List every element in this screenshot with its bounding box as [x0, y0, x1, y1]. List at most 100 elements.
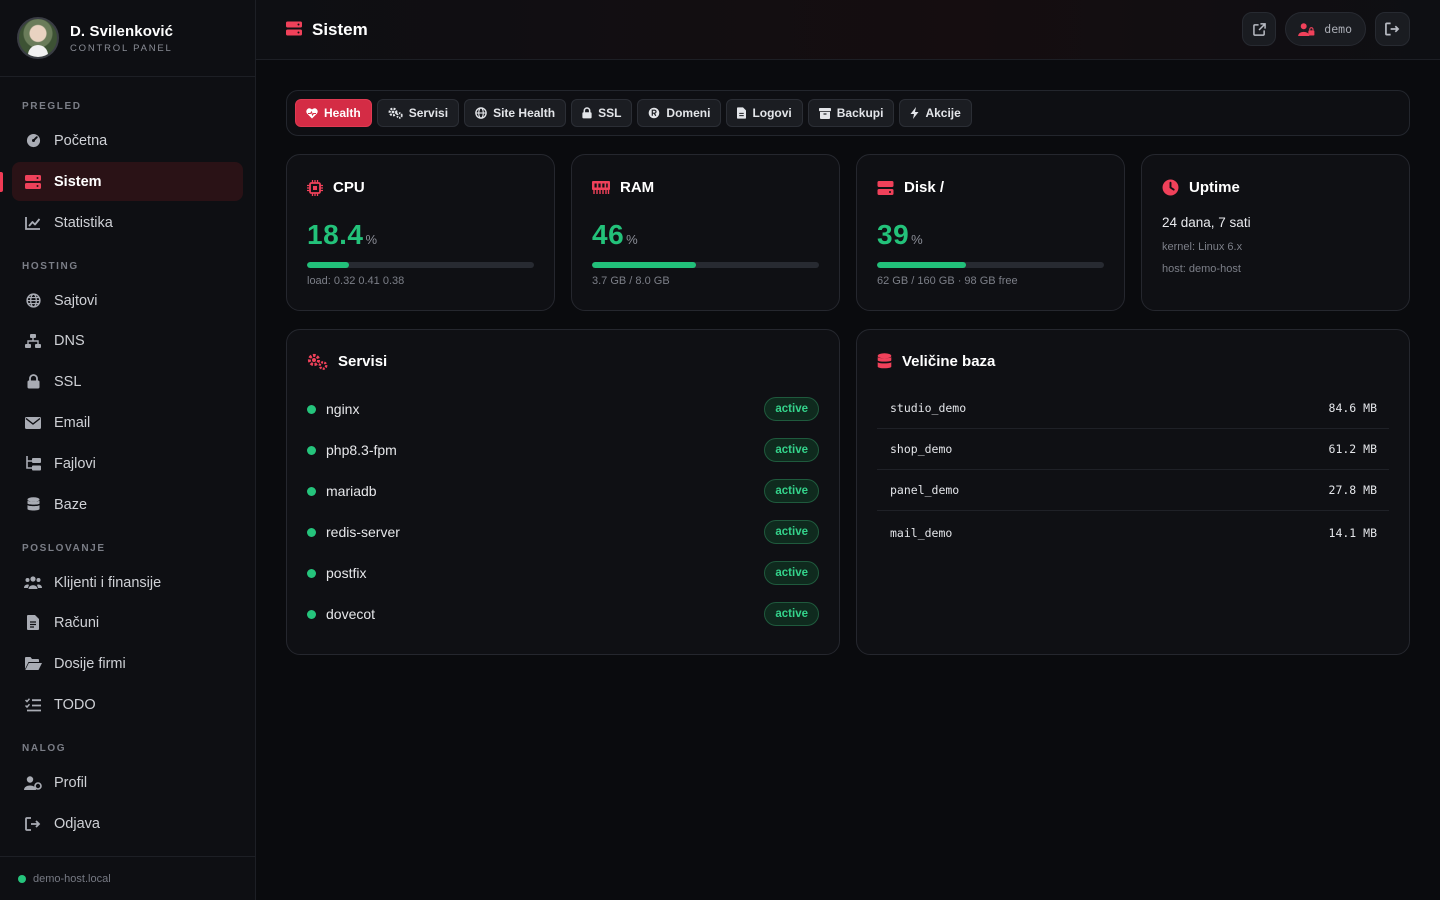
logout-icon [1385, 22, 1400, 36]
tab-akcije[interactable]: Akcije [899, 99, 972, 127]
disk-progress [877, 262, 1104, 268]
sidebar-item-label: TODO [54, 696, 96, 713]
lock-icon [582, 107, 592, 119]
sidebar-item-sajtovi[interactable]: Sajtovi [12, 281, 243, 320]
table-row: shop_demo 61.2 MB [877, 429, 1389, 470]
tab-label: Domeni [666, 106, 711, 120]
table-row: studio_demo 84.6 MB [877, 388, 1389, 429]
user-menu-button[interactable]: demo [1285, 12, 1366, 46]
gears-icon [388, 107, 403, 119]
tab-label: Site Health [493, 106, 556, 120]
tab-ssl[interactable]: SSL [571, 99, 633, 127]
list-item: dovecot active [307, 600, 819, 628]
sidebar-item-pocetna[interactable]: Početna [12, 121, 243, 160]
sidebar-item-fajlovi[interactable]: Fajlovi [12, 444, 243, 483]
database-name: shop_demo [890, 442, 953, 456]
status-badge: active [764, 397, 819, 421]
sidebar-item-label: SSL [54, 373, 82, 390]
cpu-card: CPU 18.4% load: 0.32 0.41 0.38 [286, 154, 555, 311]
card-header: Uptime [1162, 179, 1240, 196]
database-name: studio_demo [890, 401, 967, 415]
card-title: Disk / [904, 179, 945, 196]
sidebar-item-baze[interactable]: Baze [12, 485, 243, 524]
top-bar: Sistem demo [256, 0, 1440, 60]
sidebar-item-label: Klijenti i finansije [54, 574, 162, 591]
database-icon [877, 353, 892, 369]
brand-name: D. Svilenković [70, 22, 174, 40]
database-sizes-card: Veličine baza studio_demo 84.6 MB shop_d… [856, 329, 1410, 655]
sidebar-item-ssl[interactable]: SSL [12, 362, 243, 401]
card-header: Servisi [307, 353, 387, 370]
sidebar-item-label: Početna [54, 132, 108, 149]
dashboard-gauge-icon [24, 132, 42, 150]
uptime-value: 24 dana, 7 sati [1162, 215, 1251, 230]
file-icon [737, 107, 747, 119]
sidebar-item-racuni[interactable]: Računi [12, 603, 243, 642]
sidebar-item-profil[interactable]: Profil [12, 763, 243, 802]
tab-domeni[interactable]: Domeni [637, 99, 722, 127]
sidebar-item-email[interactable]: Email [12, 403, 243, 442]
sidebar-item-sistem[interactable]: Sistem [12, 162, 243, 201]
database-size: 84.6 MB [1328, 401, 1377, 415]
card-header: RAM [592, 179, 654, 196]
service-name: php8.3-fpm [326, 442, 397, 458]
brand-subtitle: CONTROL PANEL [70, 42, 173, 54]
database-name: panel_demo [890, 483, 960, 497]
list-item: postfix active [307, 559, 819, 587]
status-badge: active [764, 479, 819, 503]
tab-label: Health [324, 106, 361, 120]
line-chart-icon [24, 214, 42, 232]
nav-section-poslovanje: POSLOVANJE [22, 543, 106, 554]
sidebar-item-klijenti[interactable]: Klijenti i finansije [12, 563, 243, 602]
tab-health[interactable]: Health [295, 99, 372, 127]
service-status-dot [307, 568, 316, 578]
ram-usage: 3.7 GB / 8.0 GB [592, 275, 670, 287]
users-icon [24, 574, 42, 592]
card-title: CPU [333, 179, 365, 196]
tab-logovi[interactable]: Logovi [726, 99, 803, 127]
sidebar-item-label: Računi [54, 614, 100, 631]
sidebar-item-dosije[interactable]: Dosije firmi [12, 644, 243, 683]
database-size: 27.8 MB [1328, 483, 1377, 497]
user-lock-icon [1298, 22, 1315, 36]
unit: % [911, 232, 924, 247]
sidebar-item-todo[interactable]: TODO [12, 685, 243, 724]
logout-button[interactable] [1375, 12, 1410, 46]
database-size: 61.2 MB [1328, 442, 1377, 456]
list-item: php8.3-fpm active [307, 436, 819, 464]
disk-percent: 39 [877, 219, 910, 250]
tab-site-health[interactable]: Site Health [464, 99, 567, 127]
tab-servisi[interactable]: Servisi [376, 99, 460, 127]
nav-section-pregled: PREGLED [22, 101, 82, 112]
page-title: Sistem [312, 19, 368, 39]
tab-label: SSL [598, 106, 622, 120]
cpu-percent: 18.4 [307, 219, 364, 250]
microchip-icon [307, 179, 323, 196]
sidebar-item-statistika[interactable]: Statistika [12, 203, 243, 242]
username: demo [1324, 22, 1352, 36]
logout-icon [24, 815, 42, 833]
card-title: Uptime [1189, 179, 1240, 196]
network-icon [24, 332, 42, 350]
server-icon [286, 21, 302, 39]
folder-tree-icon [24, 455, 42, 473]
card-header: CPU [307, 179, 365, 196]
ram-percent: 46 [592, 219, 625, 250]
sidebar-item-label: Baze [54, 496, 88, 513]
services-card: Servisi nginx active php8.3-fpm active m… [286, 329, 840, 655]
service-name: redis-server [326, 524, 400, 540]
memory-icon [592, 181, 610, 194]
status-badge: active [764, 602, 819, 626]
tab-backupi[interactable]: Backupi [807, 99, 895, 127]
heart-pulse-icon [306, 107, 318, 118]
sidebar-item-odjava[interactable]: Odjava [12, 804, 243, 843]
ram-value: 46% [592, 219, 638, 251]
table-row: panel_demo 27.8 MB [877, 470, 1389, 511]
sidebar-item-dns[interactable]: DNS [12, 321, 243, 360]
status-badge: active [764, 561, 819, 585]
open-external-button[interactable] [1242, 12, 1277, 46]
card-title: Veličine baza [902, 353, 996, 370]
active-nav-marker [0, 172, 3, 192]
cpu-load: load: 0.32 0.41 0.38 [307, 275, 405, 287]
list-item: mariadb active [307, 477, 819, 505]
